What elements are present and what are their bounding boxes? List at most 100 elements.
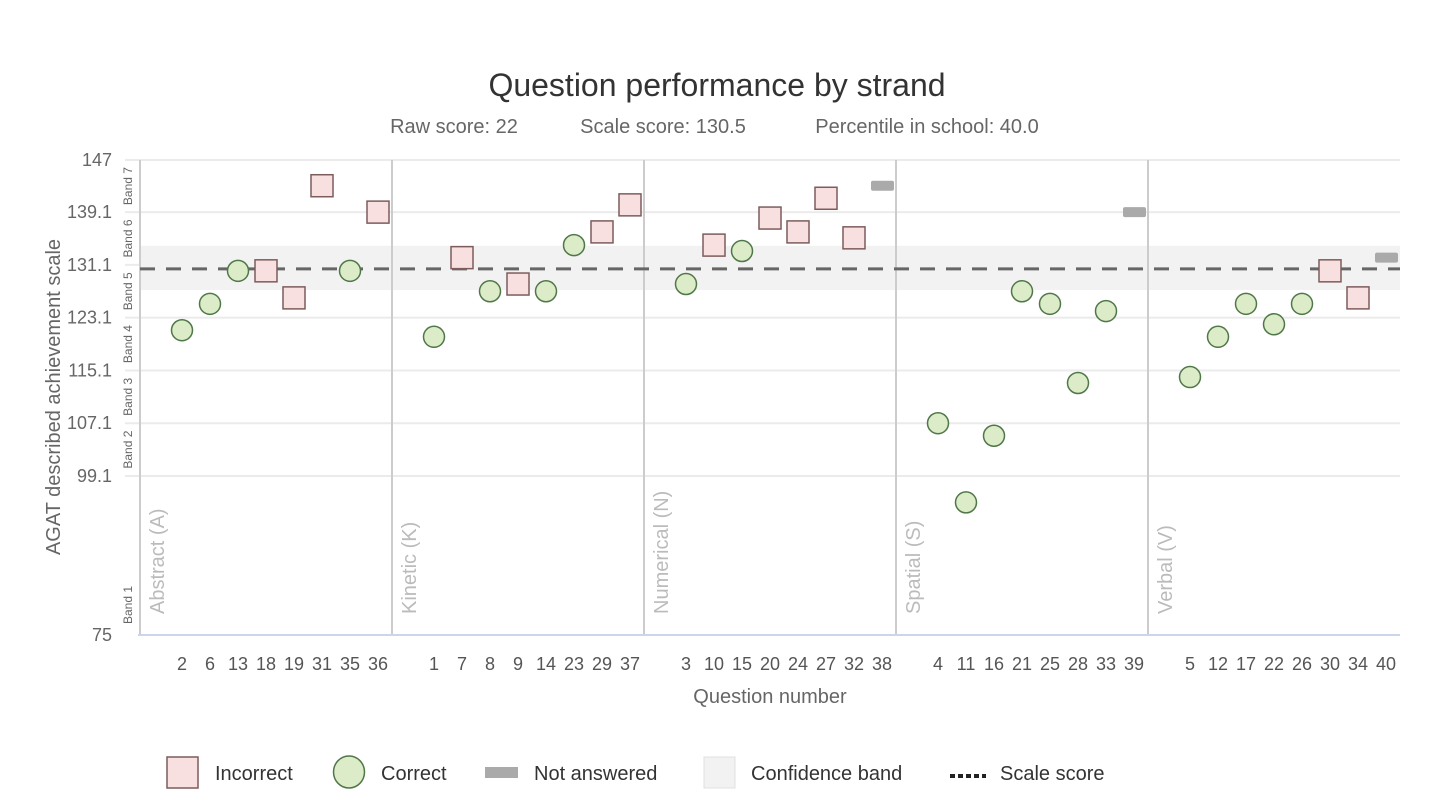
incorrect-point <box>254 259 278 283</box>
strand-label: Numerical (N) <box>651 491 673 614</box>
not-answered-swatch <box>485 767 518 778</box>
x-tick-label: 30 <box>1320 654 1340 674</box>
band-label: Band 5 <box>121 272 135 310</box>
band-label: Band 3 <box>121 378 135 416</box>
x-tick-label: 27 <box>816 654 836 674</box>
x-tick-label: 4 <box>933 654 943 674</box>
correct-point <box>1066 371 1090 395</box>
y-tick-label: 123.1 <box>67 308 112 328</box>
legend-item-correct[interactable]: Correct <box>332 755 448 789</box>
percentile-text: Percentile in school: 40.0 <box>815 116 1038 138</box>
x-tick-label: 33 <box>1096 654 1116 674</box>
y-tick-label: 75 <box>92 625 112 645</box>
strand-label: Spatial (S) <box>903 521 925 614</box>
legend-label-not-answered: Not answered <box>534 763 657 785</box>
band-label: Band 2 <box>121 430 135 468</box>
x-tick-label: 19 <box>284 654 304 674</box>
x-tick-label: 29 <box>592 654 612 674</box>
x-axis-title: Question number <box>693 686 847 708</box>
correct-point <box>1178 365 1202 389</box>
x-tick-label: 25 <box>1040 654 1060 674</box>
strand-labels: Abstract (A) Kinetic (K) Numerical (N) Spat… <box>147 491 1177 614</box>
x-tick-label: 1 <box>429 654 439 674</box>
x-tick-label: 13 <box>228 654 248 674</box>
scale-score-text: Scale score: 130.5 <box>580 116 746 138</box>
y-tick-label: 99.1 <box>77 466 112 486</box>
incorrect-point <box>1346 286 1370 310</box>
correct-point <box>478 280 502 303</box>
correct-point <box>198 292 222 316</box>
x-tick-label: 8 <box>485 654 495 674</box>
correct-point <box>170 318 194 342</box>
correct-point <box>674 272 698 296</box>
not-answered-point <box>1375 252 1398 263</box>
band-label: Band 4 <box>121 325 135 363</box>
question-performance-chart: Question performance by strand Raw score… <box>43 67 1400 789</box>
incorrect-point <box>786 220 810 244</box>
x-tick-label: 22 <box>1264 654 1284 674</box>
incorrect-point <box>450 245 474 270</box>
x-tick-label: 34 <box>1348 654 1368 674</box>
incorrect-point <box>506 272 530 296</box>
x-tick-label: 3 <box>681 654 691 674</box>
legend-label-correct: Correct <box>381 763 447 785</box>
correct-point <box>338 259 362 283</box>
incorrect-point <box>590 220 614 244</box>
incorrect-point <box>814 186 838 211</box>
incorrect-point <box>282 286 306 310</box>
correct-point <box>1290 292 1314 316</box>
legend-item-incorrect[interactable]: Incorrect <box>166 756 293 789</box>
legend-item-not-answered[interactable]: Not answered <box>485 763 657 785</box>
incorrect-swatch <box>166 756 199 789</box>
y-tick-label: 139.1 <box>67 202 112 222</box>
x-tick-label: 37 <box>620 654 640 674</box>
x-tick-label: 16 <box>984 654 1004 674</box>
x-tick-label: 20 <box>760 654 780 674</box>
x-tick-label: 10 <box>704 654 724 674</box>
x-tick-label: 5 <box>1185 654 1195 674</box>
x-tick-label: 35 <box>340 654 360 674</box>
x-tick-label: 7 <box>457 654 467 674</box>
x-tick-label: 18 <box>256 654 276 674</box>
x-tick-label: 6 <box>205 654 215 674</box>
legend: Incorrect Correct Not answered Confidenc… <box>166 755 1105 789</box>
x-tick-label: 15 <box>732 654 752 674</box>
band-labels: Band 1 Band 2 Band 3 Band 4 Band 5 Band 6 Band… <box>121 167 135 624</box>
correct-point <box>1010 280 1034 303</box>
x-tick-label: 38 <box>872 654 892 674</box>
not-answered-point <box>1123 207 1146 218</box>
incorrect-point <box>618 193 642 217</box>
y-tick-label: 115.1 <box>68 360 112 380</box>
x-tick-label: 32 <box>844 654 864 674</box>
x-tick-label: 17 <box>1236 654 1256 674</box>
x-tick-label: 39 <box>1124 654 1144 674</box>
correct-point <box>422 325 446 349</box>
x-tick-label: 9 <box>513 654 523 674</box>
legend-item-confidence-band[interactable]: Confidence band <box>703 756 902 789</box>
correct-point <box>1234 292 1258 316</box>
incorrect-point <box>310 173 334 198</box>
y-axis-title: AGAT described achievement scale <box>43 239 65 555</box>
chart-title: Question performance by strand <box>488 67 945 103</box>
legend-item-scale-score[interactable]: Scale score <box>950 763 1105 785</box>
x-tick-label: 11 <box>957 654 976 674</box>
band-label: Band 7 <box>121 167 135 205</box>
correct-point <box>534 280 558 303</box>
legend-label-incorrect: Incorrect <box>215 763 293 785</box>
x-tick-label: 24 <box>788 654 808 674</box>
correct-point <box>1206 325 1230 349</box>
strand-label: Kinetic (K) <box>399 522 421 614</box>
y-tick-label: 131.1 <box>67 255 112 275</box>
x-tick-label: 28 <box>1068 654 1088 674</box>
correct-point <box>562 233 586 257</box>
x-tick-label: 31 <box>312 654 332 674</box>
x-tick-label: 12 <box>1208 654 1228 674</box>
correct-point <box>226 259 250 283</box>
incorrect-point <box>842 226 866 250</box>
y-tick-label: 107.1 <box>67 413 112 433</box>
correct-swatch <box>332 755 366 789</box>
data-points <box>170 173 1398 514</box>
not-answered-point <box>871 180 894 191</box>
strand-label: Verbal (V) <box>1155 525 1177 614</box>
correct-point <box>1262 313 1286 336</box>
